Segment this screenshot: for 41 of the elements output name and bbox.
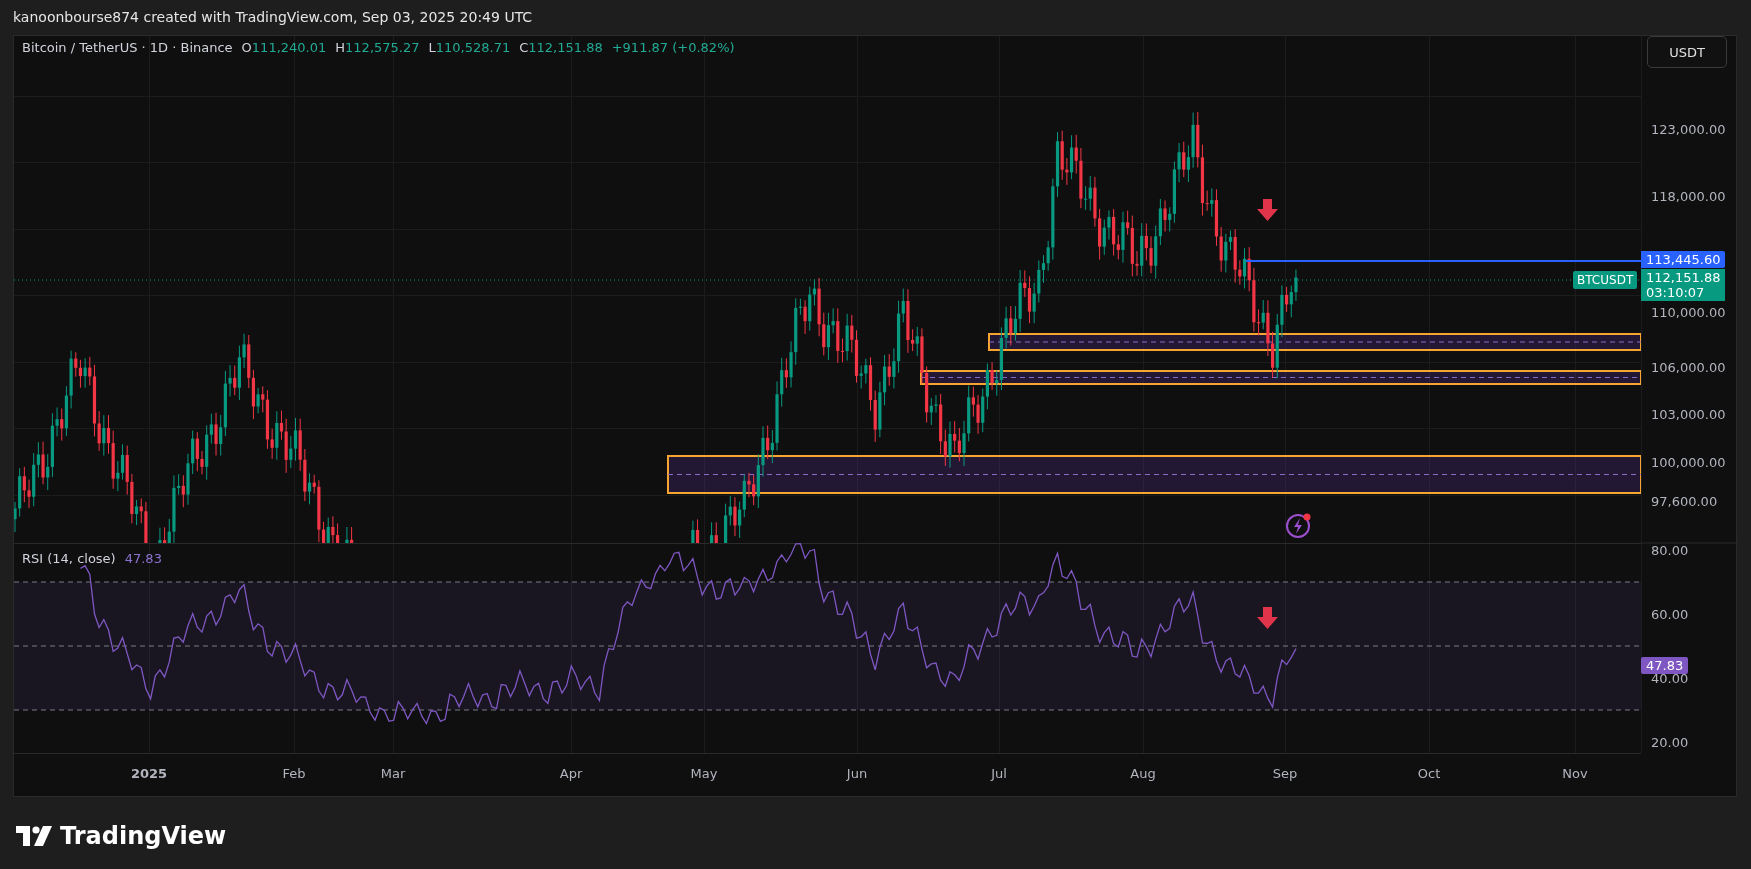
price-change: +911.87 (+0.82%)	[611, 40, 735, 55]
rsi-value-label: 47.83	[1641, 657, 1689, 674]
price-axis-label: 103,000.00	[1651, 407, 1726, 422]
time-axis-label: May	[690, 766, 718, 781]
currency-button[interactable]: USDT	[1647, 36, 1727, 68]
time-axis-label: Mar	[380, 766, 406, 781]
logo-icon	[16, 826, 52, 846]
price-axis-label: 100,000.00	[1651, 455, 1726, 470]
price-axis-label: 97,600.00	[1651, 494, 1718, 509]
symbol-title: Bitcoin / TetherUS · 1D · Binance	[22, 40, 233, 55]
rsi-axis-label: 80.00	[1651, 543, 1689, 558]
snapshot-caption: kanoonbourse874 created with TradingView.com, Sep 03, 2025 20:49 UTC	[12, 8, 534, 27]
indicator-title: RSI (14, close)	[22, 551, 116, 566]
down-arrow-icon	[1257, 199, 1278, 221]
time-axis-label: Nov	[1562, 766, 1588, 781]
price-axis-label: 106,000.00	[1651, 360, 1726, 375]
ohlc-value: H112,575.27	[335, 40, 420, 55]
time-axis-label: Apr	[559, 766, 583, 781]
time-axis-label: Sep	[1272, 766, 1298, 781]
time-axis-label: Jul	[991, 766, 1007, 781]
symbol-tag: BTCUSDT	[1573, 271, 1638, 289]
down-arrow-icon	[1257, 607, 1278, 629]
line-price-label: 113,445.60	[1641, 251, 1726, 268]
last-price-label: 112,151.88 03:10:07	[1641, 269, 1726, 301]
rsi-axis-label: 20.00	[1651, 735, 1689, 750]
time-axis-label: Aug	[1130, 766, 1156, 781]
indicator-value: 47.83	[124, 551, 162, 566]
price-axis-label: 118,000.00	[1651, 189, 1726, 204]
time-axis-label: 2025	[130, 766, 168, 781]
ohlc-value: L110,528.71	[428, 40, 511, 55]
lightning-alert-icon	[1286, 513, 1311, 538]
rsi-axis-label: 40.00	[1651, 671, 1689, 686]
logo-wordmark: TradingView	[60, 822, 227, 850]
ohlc-value: O111,240.01	[241, 40, 327, 55]
ohlc-value: C112,151.88	[519, 40, 603, 55]
price-axis-label: 110,000.00	[1651, 305, 1726, 320]
time-axis-label: Jun	[846, 766, 868, 781]
rsi-axis-label: 60.00	[1651, 607, 1689, 622]
time-axis-label: Oct	[1417, 766, 1441, 781]
time-axis-label: Feb	[282, 766, 306, 781]
price-axis-label: 123,000.00	[1651, 122, 1726, 137]
